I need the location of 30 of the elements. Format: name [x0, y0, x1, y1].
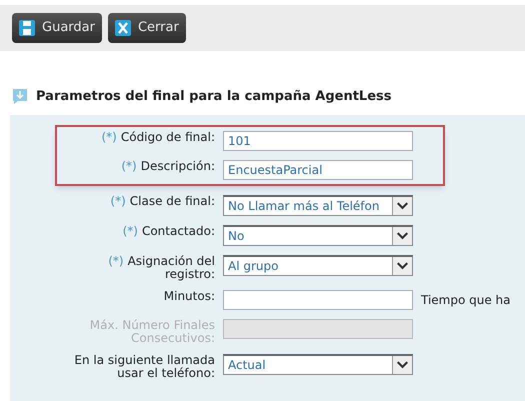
dropdown-field[interactable]: Al grupo: [223, 254, 413, 276]
required-mark: (*): [101, 130, 117, 144]
download-icon: [12, 88, 28, 106]
close-icon: [114, 20, 131, 36]
text-field[interactable]: [223, 290, 413, 310]
chevron-down-icon: [392, 226, 412, 244]
field-label: Minutos:: [164, 290, 215, 302]
chevron-down-icon: [392, 356, 412, 374]
text-field[interactable]: EncuestaParcial: [223, 160, 413, 180]
field-label: Descripción:: [140, 160, 215, 172]
field-label: Código de final:: [120, 130, 215, 144]
close-button[interactable]: Cerrar: [108, 13, 186, 43]
field-label: Clase de final:: [130, 194, 215, 208]
field-hint: Tiempo que ha: [421, 292, 511, 308]
dropdown-field[interactable]: No Llamar más al Teléfon: [223, 194, 413, 216]
chevron-down-icon: [392, 196, 412, 214]
required-mark: (*): [108, 254, 124, 268]
required-mark: (*): [121, 160, 137, 172]
section-heading: Parametros del final para la campaña AgentLess: [36, 88, 392, 106]
field-label: Máx. Número Finales Consecutivos:: [90, 318, 215, 344]
text-field[interactable]: 101: [223, 130, 413, 150]
required-mark: (*): [122, 224, 138, 238]
field-label: Asignación del registro:: [128, 254, 215, 280]
save-button[interactable]: Guardar: [12, 13, 102, 43]
chevron-down-icon: [392, 256, 412, 274]
field-label: En la siguiente llamada usar el teléfono:: [74, 354, 215, 380]
dropdown-field[interactable]: No: [223, 224, 413, 246]
dropdown-field[interactable]: Actual: [223, 354, 413, 374]
required-mark: (*): [110, 194, 126, 208]
field-label: Contactado:: [142, 224, 215, 238]
